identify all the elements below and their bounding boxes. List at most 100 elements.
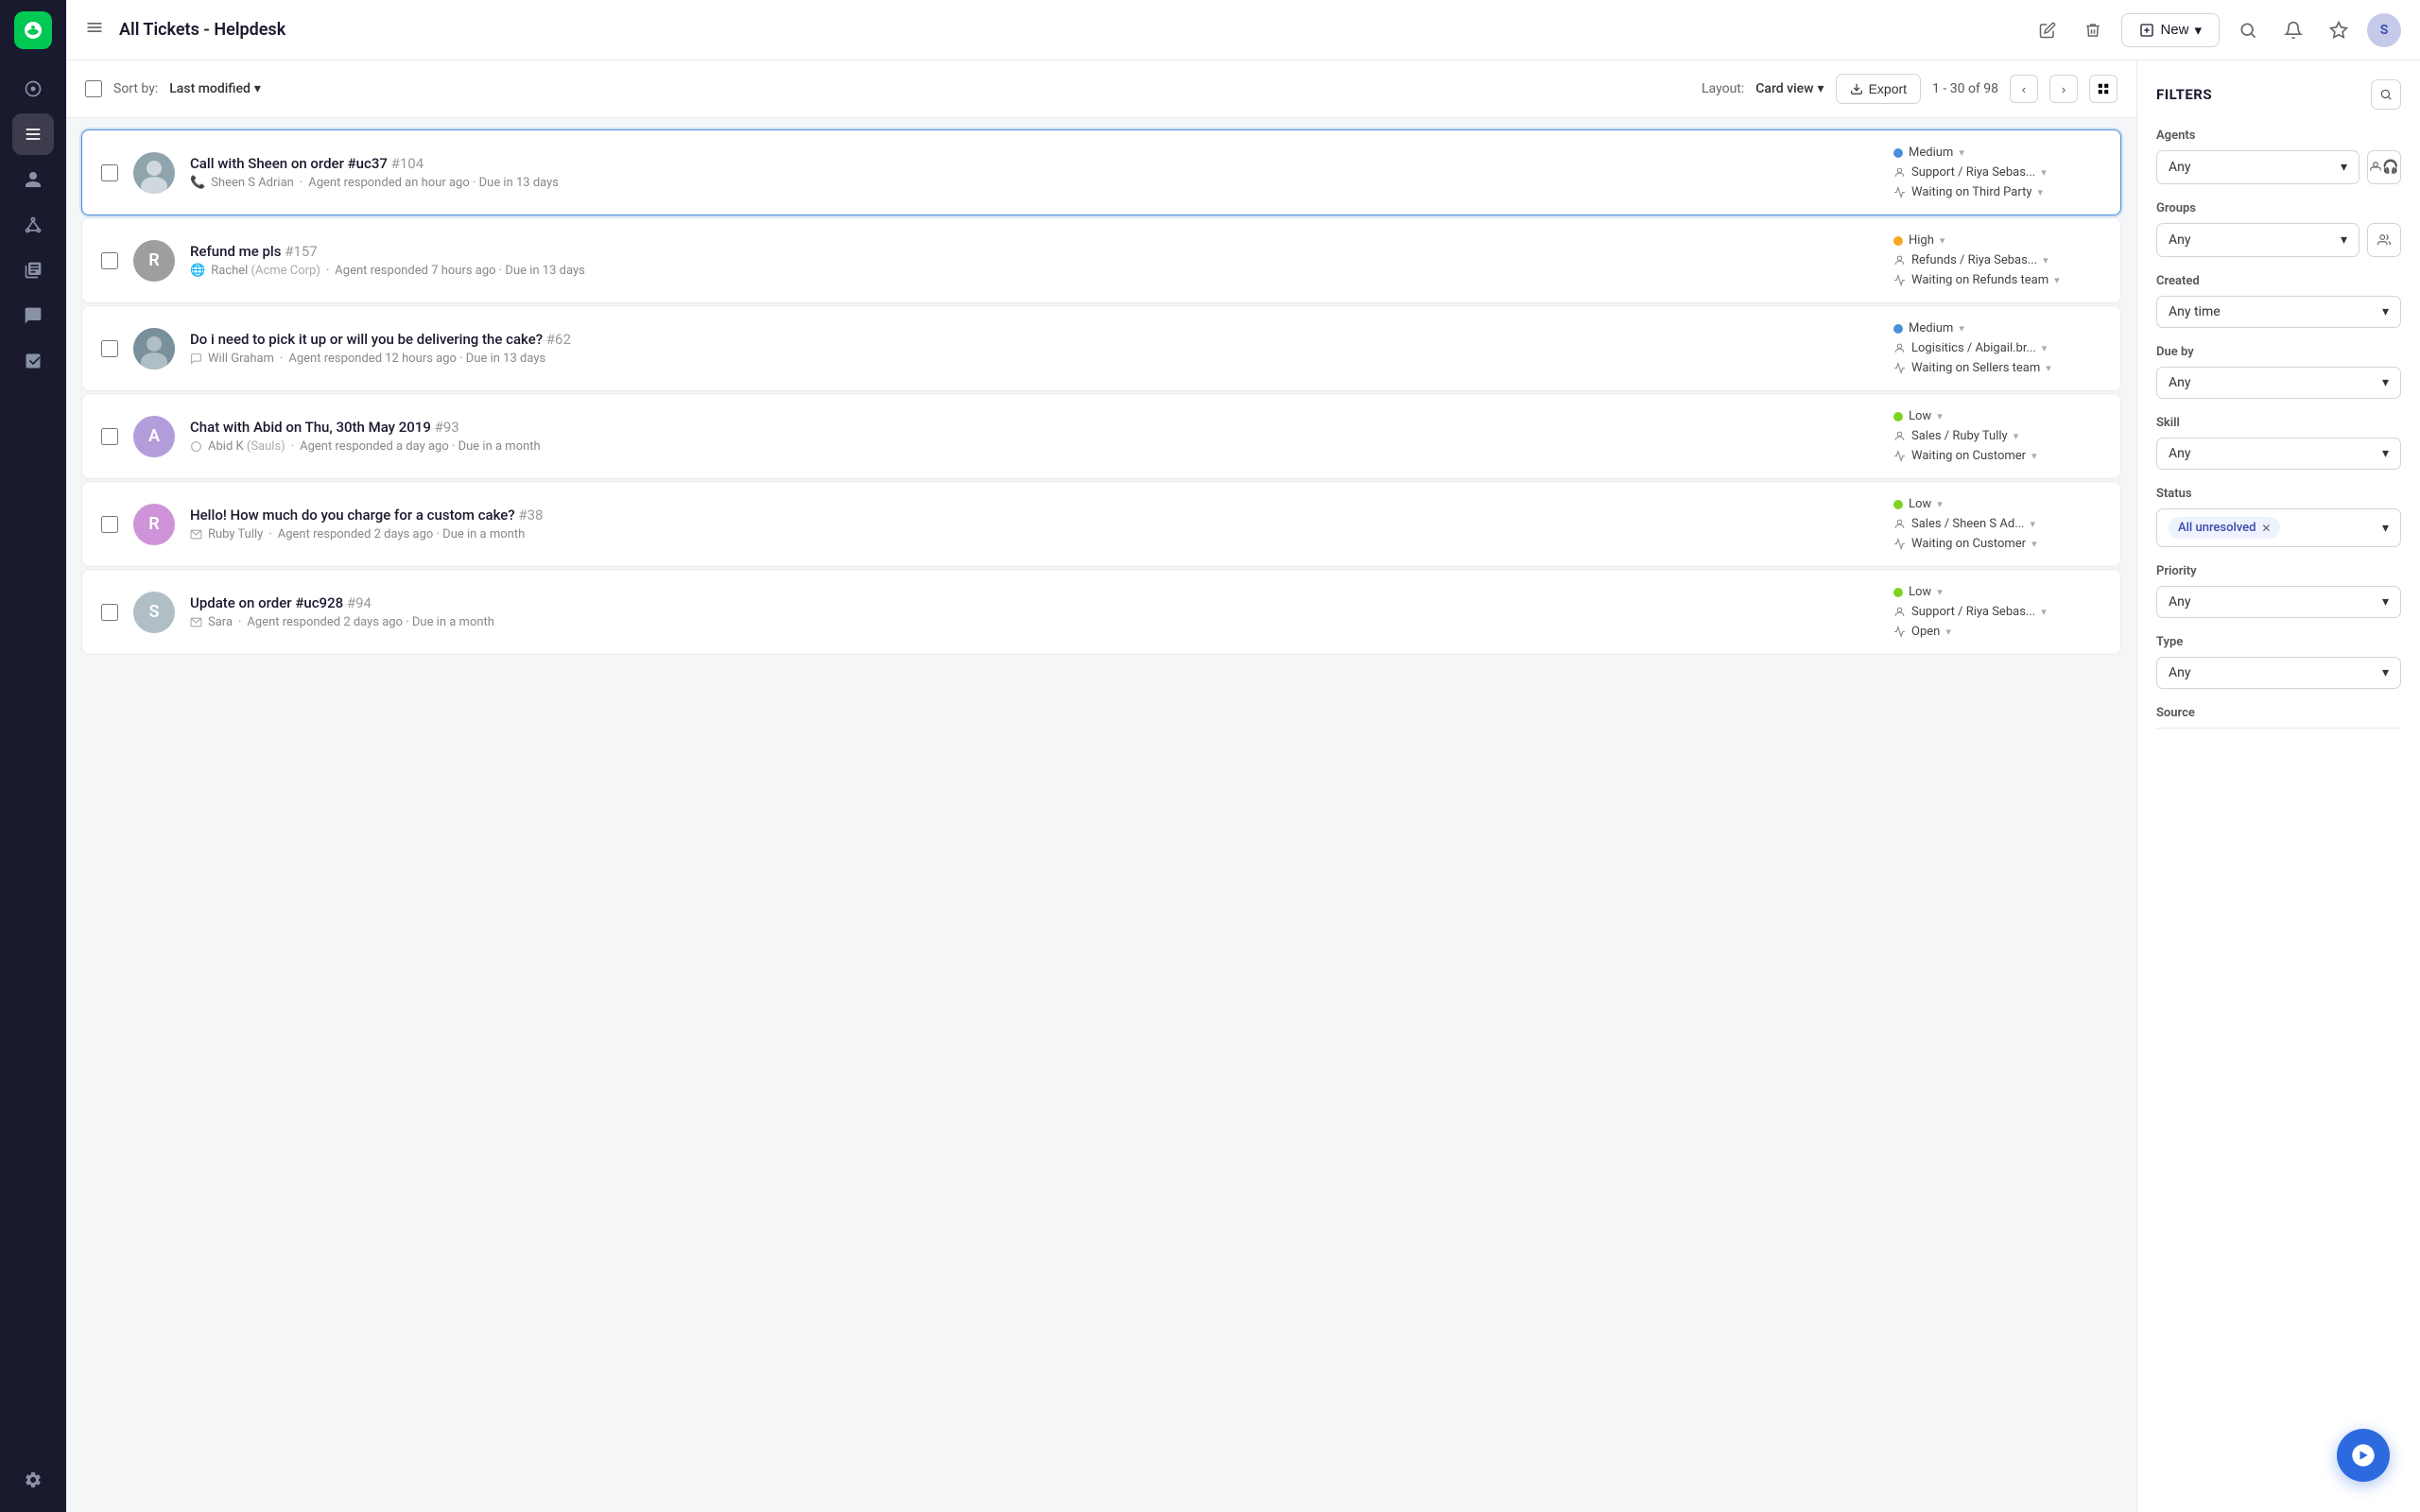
ticket-checkbox[interactable] [101,604,118,621]
avatar: R [133,240,175,282]
priority-tag[interactable]: Medium ▾ [1893,321,1964,335]
sidebar-item-book[interactable] [12,249,54,291]
skill-label: Skill [2156,416,2401,430]
status-tag[interactable]: Waiting on Customer ▾ [1893,537,2037,551]
delete-icon[interactable] [2076,13,2110,47]
priority-chevron-icon: ▾ [1959,322,1964,335]
status-tag[interactable]: Waiting on Customer ▾ [1893,449,2037,463]
status-select[interactable]: All unresolved ✕ ▾ [2156,508,2401,547]
ticket-tags: High ▾ Refunds / Riya Sebas... ▾ Waiting… [1893,233,2101,287]
sort-select[interactable]: Last modified ▾ [169,81,261,96]
table-row[interactable]: Call with Sheen on order #uc37 #104 📞 Sh… [81,129,2121,215]
notifications-icon[interactable] [2276,13,2310,47]
hamburger-icon[interactable] [85,18,104,42]
dueby-select[interactable]: Any ▾ [2156,367,2401,399]
ticket-title: Refund me pls #157 [190,243,1878,260]
pagination-prev[interactable]: ‹ [2010,75,2038,103]
select-all-checkbox[interactable] [85,80,102,97]
agents-addon-button[interactable]: 🎧 [2367,150,2401,184]
ticket-tags: Low ▾ Sales / Ruby Tully ▾ Waiting on Cu… [1893,409,2101,463]
source-select[interactable] [2156,728,2401,740]
filter-groups: Groups Any ▾ [2156,201,2401,257]
ticket-time: Agent responded 2 days ago · Due in a mo… [247,615,494,629]
priority-tag[interactable]: Low ▾ [1893,497,1943,511]
new-button[interactable]: New ▾ [2121,13,2220,47]
table-row[interactable]: Do i need to pick it up or will you be d… [81,305,2121,391]
status-tag[interactable]: Waiting on Third Party ▾ [1893,185,2043,199]
ticket-checkbox[interactable] [101,516,118,533]
status-tag[interactable]: Open ▾ [1893,625,1951,639]
main-area: All Tickets - Helpdesk New ▾ S [66,0,2420,1512]
dueby-label: Due by [2156,345,2401,359]
groups-addon-button[interactable] [2367,223,2401,257]
table-row[interactable]: R Hello! How much do you charge for a cu… [81,481,2121,567]
status-chevron-icon: ▾ [2054,274,2060,286]
sidebar-item-contacts[interactable] [12,159,54,200]
team-tag[interactable]: Logisitics / Abigail.br... ▾ [1893,341,2047,355]
edit-icon[interactable] [2031,13,2065,47]
sidebar-item-analytics[interactable] [12,340,54,382]
list-toolbar: Sort by: Last modified ▾ Layout: Card vi… [66,60,2136,118]
priority-chevron-icon: ▾ [1940,234,1945,247]
priority-tag[interactable]: High ▾ [1893,233,1945,248]
sidebar-item-network[interactable] [12,204,54,246]
status-icon [1893,450,1906,462]
filter-priority: Priority Any ▾ [2156,564,2401,618]
app-logo[interactable] [14,11,52,49]
type-select[interactable]: Any ▾ [2156,657,2401,689]
email-icon [190,528,202,541]
status-tag[interactable]: Waiting on Refunds team ▾ [1893,273,2060,287]
created-select[interactable]: Any time ▾ [2156,296,2401,328]
user-avatar[interactable]: S [2367,13,2401,47]
ticket-checkbox[interactable] [101,428,118,445]
skill-select[interactable]: Any ▾ [2156,438,2401,470]
created-label: Created [2156,274,2401,288]
team-tag[interactable]: Support / Riya Sebas... ▾ [1893,165,2047,180]
filter-search-button[interactable] [2371,79,2401,110]
ticket-meta: Sara · Agent responded 2 days ago · Due … [190,615,1878,629]
ticket-id: #38 [518,507,543,524]
layout-select[interactable]: Card view ▾ [1755,81,1824,96]
table-row[interactable]: R Refund me pls #157 🌐 Rachel (Acme Corp… [81,217,2121,303]
groups-select[interactable]: Any ▾ [2156,223,2360,257]
sidebar-item-tickets[interactable] [12,113,54,155]
priority-label: Low [1909,409,1931,423]
fab-button[interactable] [2337,1429,2390,1482]
table-row[interactable]: S Update on order #uc928 #94 Sara · Agen… [81,569,2121,655]
export-button[interactable]: Export [1836,74,1921,104]
status-tag[interactable]: Waiting on Sellers team ▾ [1893,361,2051,375]
sidebar-item-home[interactable] [12,68,54,110]
ai-icon[interactable] [2322,13,2356,47]
team-tag[interactable]: Refunds / Riya Sebas... ▾ [1893,253,2048,267]
type-label: Type [2156,635,2401,649]
team-tag[interactable]: Sales / Sheen S Ad... ▾ [1893,517,2035,531]
filter-type: Type Any ▾ [2156,635,2401,689]
team-tag[interactable]: Support / Riya Sebas... ▾ [1893,605,2047,619]
ticket-checkbox[interactable] [101,252,118,269]
grid-view-toggle[interactable] [2089,75,2118,103]
pagination-next[interactable]: › [2049,75,2078,103]
priority-tag[interactable]: Low ▾ [1893,585,1943,599]
sidebar-item-settings[interactable] [12,1459,54,1501]
sidebar-item-conversations[interactable] [12,295,54,336]
ticket-checkbox[interactable] [101,340,118,357]
team-label: Sales / Sheen S Ad... [1911,517,2024,531]
table-row[interactable]: A Chat with Abid on Thu, 30th May 2019 #… [81,393,2121,479]
sidebar [0,0,66,1512]
status-icon [1893,626,1906,638]
team-tag[interactable]: Sales / Ruby Tully ▾ [1893,429,2018,443]
agents-select[interactable]: Any ▾ [2156,150,2360,184]
ticket-contact: Ruby Tully [208,527,263,541]
status-chevron-icon: ▾ [2382,521,2389,536]
ticket-contact: Will Graham [208,352,274,366]
priority-dot [1893,148,1903,158]
priority-tag[interactable]: Low ▾ [1893,409,1943,423]
search-icon[interactable] [2231,13,2265,47]
priority-select[interactable]: Any ▾ [2156,586,2401,618]
ticket-checkbox[interactable] [101,164,118,181]
status-remove-icon[interactable]: ✕ [2261,522,2271,535]
priority-tag[interactable]: Medium ▾ [1893,146,1964,160]
source-label: Source [2156,706,2401,720]
priority-dot [1893,588,1903,597]
ticket-id: #157 [285,243,318,260]
